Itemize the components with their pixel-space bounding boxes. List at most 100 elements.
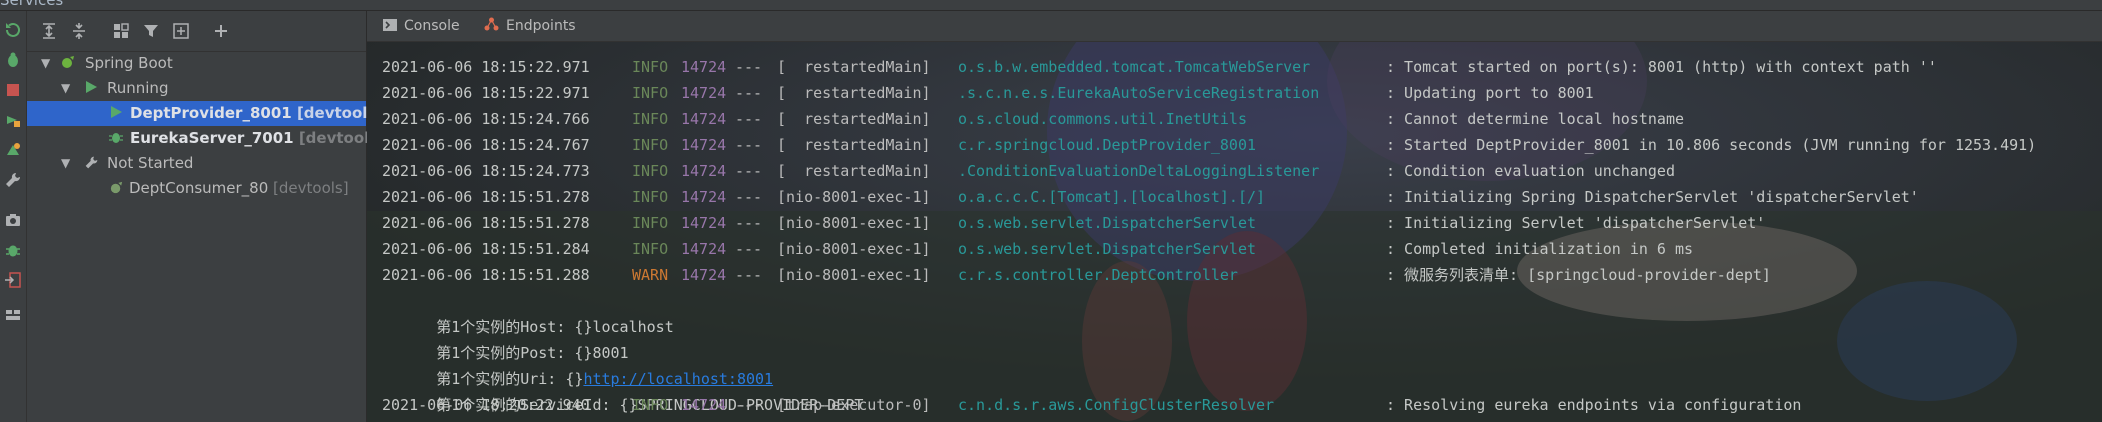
stdout-line: 第1个实例的ServiceId: {}SPRINGCLOUD-PROVIDER-… <box>382 366 863 414</box>
filter-icon[interactable] <box>139 19 163 43</box>
tree-item-eureka-server-name: EurekaServer_7001 <box>130 129 294 147</box>
chevron-down-icon[interactable]: ▼ <box>61 76 75 101</box>
log-line: 2021-06-06 18:15:51.284 INFO 14724 --- [… <box>382 236 1693 262</box>
collapse-all-icon[interactable] <box>67 19 91 43</box>
log-line: 2021-06-06 18:15:24.766 INFO 14724 --- [… <box>382 106 1684 132</box>
window-title-bar: Services <box>0 0 2102 11</box>
log-separator: --- <box>735 188 763 206</box>
tab-endpoints-label: Endpoints <box>506 18 576 34</box>
log-timestamp: 2021-06-06 18:15:51.278 <box>382 188 590 206</box>
log-level: INFO <box>632 136 669 154</box>
log-message: : Started DeptProvider_8001 in 10.806 se… <box>1386 136 2037 154</box>
log-line: 2021-06-06 18:15:22.971 INFO 14724 --- [… <box>382 54 1937 80</box>
log-timestamp: 2021-06-06 18:15:22.971 <box>382 84 590 102</box>
log-thread: [nio-8001-exec-1] <box>777 266 931 284</box>
log-thread: [ restartedMain] <box>777 110 931 128</box>
log-separator: --- <box>735 162 763 180</box>
debug-bug-icon <box>107 126 125 151</box>
stdout-line: 第1个实例的Host: {}localhost <box>382 288 674 336</box>
bug-icon[interactable] <box>4 241 22 259</box>
run-config-icon[interactable] <box>4 111 22 129</box>
log-logger: o.a.c.c.C.[Tomcat].[localhost].[/] <box>958 188 1266 206</box>
exit-icon[interactable] <box>4 271 22 289</box>
log-pid: 14724 <box>681 214 727 232</box>
tree-item-eureka-server[interactable]: EurekaServer_7001 [devtools] :7 <box>27 126 407 151</box>
log-line: 2021-06-06 18:15:22.971 INFO 14724 --- [… <box>382 80 1594 106</box>
services-sidebar: ▼ Spring Boot ▼ Running DeptProvider_800… <box>27 11 407 422</box>
new-window-icon[interactable] <box>169 19 193 43</box>
tree-node-running[interactable]: ▼ Running <box>27 76 366 101</box>
console-icon <box>383 11 397 41</box>
log-timestamp: 2021-06-06 18:15:51.284 <box>382 240 590 258</box>
spring-boot-icon <box>59 51 77 76</box>
log-message: : Cannot determine local hostname <box>1386 110 1685 128</box>
layout-icon[interactable] <box>4 306 22 324</box>
tree-node-spring-boot[interactable]: ▼ Spring Boot <box>27 51 366 76</box>
log-thread: [nio-8001-exec-1] <box>777 214 931 232</box>
debug-icon[interactable] <box>4 51 22 69</box>
tree-label-spring-boot: Spring Boot <box>85 54 173 72</box>
tab-endpoints[interactable]: Endpoints <box>484 11 576 41</box>
log-pid: 14724 <box>681 396 727 414</box>
stop-icon[interactable] <box>4 81 22 99</box>
log-message: : Updating port to 8001 <box>1386 84 1594 102</box>
log-separator: --- <box>735 136 763 154</box>
tab-bar: Console Endpoints <box>367 11 2102 42</box>
log-thread: [ restartedMain] <box>777 136 931 154</box>
log-thread: [ restartedMain] <box>777 162 931 180</box>
tree-label-not-started: Not Started <box>107 154 194 172</box>
log-line: 2021-06-06 18:15:51.288 WARN 14724 --- [… <box>382 262 1771 288</box>
tree-node-not-started[interactable]: ▼ Not Started <box>27 151 366 176</box>
log-timestamp: 2021-06-06 18:15:24.767 <box>382 136 590 154</box>
log-message: : Condition evaluation unchanged <box>1386 162 1675 180</box>
log-timestamp: 2021-06-06 18:15:51.278 <box>382 214 590 232</box>
log-separator: --- <box>735 214 763 232</box>
tab-console[interactable]: Console <box>383 11 460 41</box>
tree-item-dept-consumer-name: DeptConsumer_80 <box>129 179 269 197</box>
rerun-icon[interactable] <box>4 21 22 39</box>
log-message: : 微服务列表清单: [springcloud-provider-dept] <box>1386 266 1771 284</box>
log-thread: [nio-8001-exec-1] <box>777 188 931 206</box>
console-output[interactable]: 2021-06-06 18:15:22.971 INFO 14724 --- [… <box>382 54 2102 422</box>
log-message: : Completed initialization in 6 ms <box>1386 240 1694 258</box>
log-pid: 14724 <box>681 84 727 102</box>
log-thread: [ restartedMain] <box>777 84 931 102</box>
expand-all-icon[interactable] <box>37 19 61 43</box>
camera-icon[interactable] <box>4 211 22 229</box>
log-line: 2021-06-06 18:15:24.773 INFO 14724 --- [… <box>382 158 1675 184</box>
settings-wrench-icon[interactable] <box>4 171 22 189</box>
log-logger: o.s.web.servlet.DispatcherServlet <box>958 214 1257 232</box>
run-icon <box>107 101 125 126</box>
log-logger: o.s.b.w.embedded.tomcat.TomcatWebServer <box>958 58 1311 76</box>
add-icon[interactable] <box>209 19 233 43</box>
log-level: INFO <box>632 58 669 76</box>
log-logger: o.s.web.servlet.DispatcherServlet <box>958 240 1257 258</box>
log-level: INFO <box>632 214 669 232</box>
log-pid: 14724 <box>681 240 727 258</box>
deploy-icon[interactable] <box>4 141 22 159</box>
log-separator: --- <box>735 240 763 258</box>
tree-item-dept-provider[interactable]: DeptProvider_8001 [devtools] :8 <box>27 101 405 126</box>
log-pid: 14724 <box>681 136 727 154</box>
tree-item-dept-consumer[interactable]: DeptConsumer_80 [devtools] <box>27 176 366 201</box>
log-pid: 14724 <box>681 266 727 284</box>
log-timestamp: 2021-06-06 18:15:24.773 <box>382 162 590 180</box>
wrench-icon <box>82 151 100 176</box>
chevron-down-icon[interactable]: ▼ <box>61 151 75 176</box>
log-logger: o.s.cloud.commons.util.InetUtils <box>958 110 1247 128</box>
log-timestamp: 2021-06-06 18:15:51.288 <box>382 266 590 284</box>
log-line: 2021-06-06 18:15:24.767 INFO 14724 --- [… <box>382 132 2036 158</box>
stdout-line: 第1个实例的Post: {}8001 <box>382 314 628 362</box>
left-toolbar <box>0 11 27 422</box>
sidebar-toolbar <box>27 11 366 52</box>
tree-item-dept-provider-name: DeptProvider_8001 <box>130 104 292 122</box>
chevron-down-icon[interactable]: ▼ <box>41 51 55 76</box>
log-level: INFO <box>632 110 669 128</box>
log-pid: 14724 <box>681 110 727 128</box>
log-separator: --- <box>735 266 763 284</box>
group-icon[interactable] <box>109 19 133 43</box>
log-thread: [ restartedMain] <box>777 58 931 76</box>
log-level: WARN <box>632 266 669 284</box>
log-message: : Initializing Servlet 'dispatcherServle… <box>1386 214 1766 232</box>
console-panel: Console Endpoints 2021-06-06 18:15:22.97… <box>367 11 2102 422</box>
